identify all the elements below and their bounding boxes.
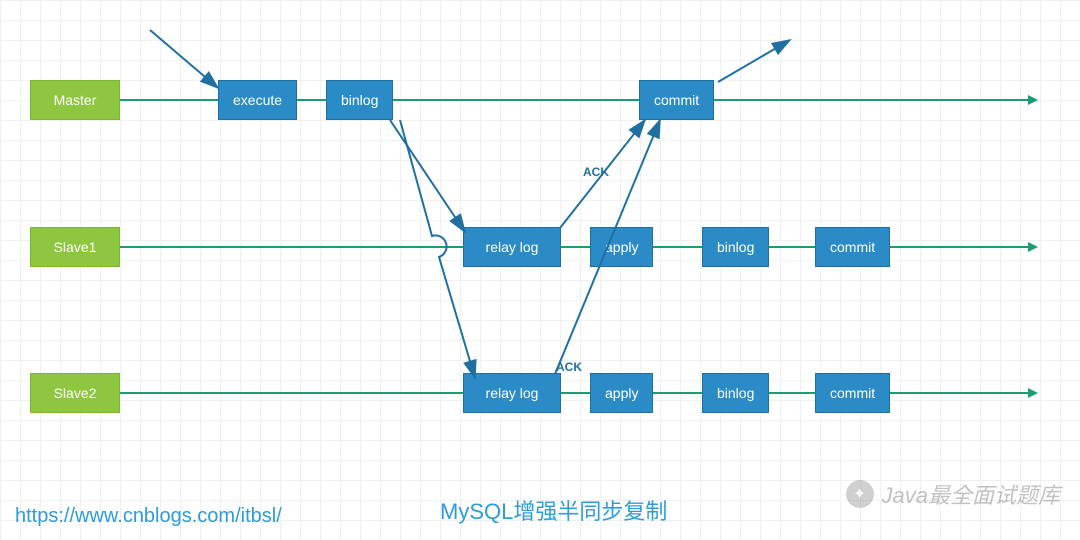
edge-out-commit	[718, 40, 790, 82]
node-slave2-commit: commit	[815, 373, 890, 413]
label-ack-slave1: ACK	[583, 165, 609, 179]
node-slave1-relaylog: relay log	[463, 227, 561, 267]
watermark: ✦ Java最全面试题库	[846, 478, 1060, 510]
node-slave1-apply: apply	[590, 227, 653, 267]
connector-overlay	[0, 0, 1080, 540]
lane-label-slave1: Slave1	[30, 227, 120, 267]
edge-in-execute	[150, 30, 218, 88]
footer-url: https://www.cnblogs.com/itbsl/	[15, 505, 282, 528]
lane-label-slave2: Slave2	[30, 373, 120, 413]
label-ack-slave2: ACK	[556, 360, 582, 374]
lane-arrow-master	[1028, 95, 1038, 105]
lane-line-slave1	[120, 246, 1030, 248]
edge-binlog-slave1	[390, 120, 465, 232]
wechat-icon: ✦	[846, 480, 874, 508]
node-slave1-binlog: binlog	[702, 227, 769, 267]
lane-line-slave2	[120, 392, 1030, 394]
node-slave2-apply: apply	[590, 373, 653, 413]
lane-arrow-slave1	[1028, 242, 1038, 252]
node-master-commit: commit	[639, 80, 714, 120]
watermark-text: Java最全面试题库	[882, 478, 1060, 510]
diagram-title: MySQL增强半同步复制	[440, 494, 667, 526]
lane-label-master: Master	[30, 80, 120, 120]
node-slave2-relaylog: relay log	[463, 373, 561, 413]
node-master-binlog: binlog	[326, 80, 393, 120]
node-slave2-binlog: binlog	[702, 373, 769, 413]
node-master-execute: execute	[218, 80, 297, 120]
node-slave1-commit: commit	[815, 227, 890, 267]
lane-arrow-slave2	[1028, 388, 1038, 398]
